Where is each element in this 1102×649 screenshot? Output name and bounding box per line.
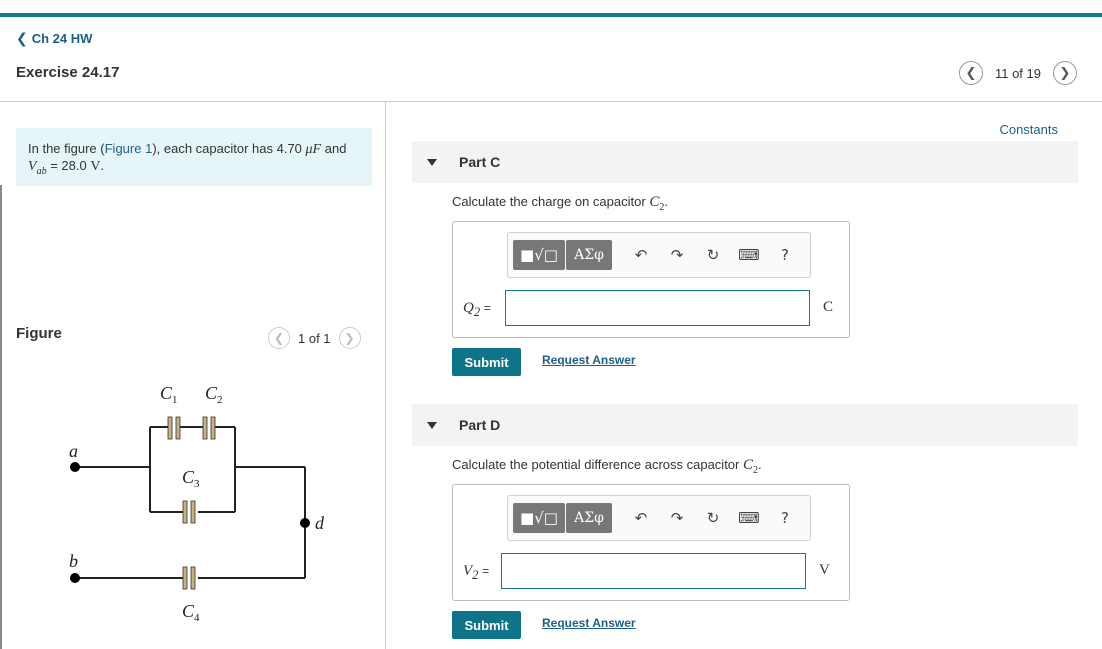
collapse-triangle-icon (427, 158, 437, 166)
exercise-pager: ❮ 11 of 19 ❯ (958, 61, 1077, 85)
question-text: Calculate the potential difference acros… (452, 457, 740, 472)
part-label: Part D (459, 417, 501, 433)
answer-row: Q2 = C (453, 290, 851, 326)
part-c-header[interactable]: Part C (412, 141, 1078, 183)
back-label: Ch 24 HW (31, 31, 93, 46)
figure-link[interactable]: Figure 1 (105, 141, 153, 156)
intro-text: and (324, 141, 347, 156)
undo-icon[interactable]: ↶ (630, 509, 652, 527)
pane-divider[interactable] (385, 101, 386, 649)
vab-value: = 28.0 (50, 158, 87, 173)
answer-variable: V2 = (463, 563, 490, 582)
symbols-button[interactable]: ΑΣφ (566, 503, 612, 533)
pager-text: 11 of 19 (994, 65, 1041, 81)
math-toolbar: ■√□ ΑΣφ ↶ ↷ ↻ ⌨ ? (507, 232, 811, 278)
figure-pager-text: 1 of 1 (298, 330, 331, 346)
prev-exercise-button[interactable]: ❮ (958, 61, 983, 85)
back-link[interactable]: ❮ Ch 24 HW (16, 30, 92, 47)
vab-variable: Vab (28, 159, 47, 177)
unit-label: V (819, 562, 830, 578)
part-d-question: Calculate the potential difference acros… (452, 457, 762, 476)
capacitor-symbol: C2 (743, 457, 759, 476)
figure-pager: ❮ 1 of 1 ❯ (268, 327, 361, 349)
redo-icon[interactable]: ↷ (666, 509, 688, 527)
keyboard-icon[interactable]: ⌨ (738, 509, 760, 527)
chevron-right-icon: ❯ (1059, 65, 1071, 80)
next-exercise-button[interactable]: ❯ (1053, 61, 1077, 85)
math-toolbar: ■√□ ΑΣφ ↶ ↷ ↻ ⌨ ? (507, 495, 811, 541)
request-answer-link[interactable]: Request Answer (542, 353, 636, 367)
reset-icon[interactable]: ↻ (702, 509, 724, 527)
label-c3: C3 (182, 467, 200, 490)
part-c-question: Calculate the charge on capacitor C2. (452, 194, 668, 213)
potential-input[interactable] (501, 553, 806, 589)
figure-heading: Figure (16, 325, 62, 342)
terminal-d (300, 518, 310, 528)
reset-icon[interactable]: ↻ (702, 246, 724, 264)
prev-figure-button[interactable]: ❮ (268, 327, 290, 349)
chevron-left-icon: ❮ (16, 30, 28, 46)
terminal-b (70, 573, 80, 583)
period: . (100, 158, 105, 173)
help-icon[interactable]: ? (774, 509, 796, 527)
left-edge-bar (0, 185, 2, 649)
templates-button[interactable]: ■√□ (513, 503, 565, 533)
label-c1: C1 (160, 383, 178, 406)
undo-icon[interactable]: ↶ (630, 246, 652, 264)
collapse-triangle-icon (427, 421, 437, 429)
keyboard-icon[interactable]: ⌨ (738, 246, 760, 264)
terminal-a (70, 462, 80, 472)
part-d-header[interactable]: Part D (412, 404, 1078, 446)
part-c-answer-box: ■√□ ΑΣφ ↶ ↷ ↻ ⌨ ? Q2 = C (452, 221, 850, 338)
label-d: d (315, 513, 325, 533)
part-d-answer-box: ■√□ ΑΣφ ↶ ↷ ↻ ⌨ ? V2 = V (452, 484, 850, 601)
unit-volt: V (90, 159, 101, 174)
capacitor-symbol: C2 (649, 194, 665, 213)
label-a: a (69, 441, 78, 461)
label-c4: C4 (182, 601, 200, 624)
page-title: Exercise 24.17 (16, 64, 120, 81)
chevron-right-icon: ❯ (344, 331, 355, 345)
part-label: Part C (459, 154, 501, 170)
charge-input[interactable] (505, 290, 810, 326)
answer-row: V2 = V (453, 553, 851, 589)
label-c2: C2 (205, 383, 223, 406)
submit-button[interactable]: Submit (452, 611, 521, 639)
top-accent-bar (0, 13, 1102, 17)
label-b: b (69, 551, 78, 571)
submit-button[interactable]: Submit (452, 348, 521, 376)
question-text: Calculate the charge on capacitor (452, 194, 646, 209)
chevron-left-icon: ❮ (273, 331, 285, 345)
next-figure-button[interactable]: ❯ (338, 327, 361, 349)
unit-label: C (823, 299, 834, 315)
help-icon[interactable]: ? (774, 246, 796, 264)
intro-text: ), each capacitor has 4.70 (152, 141, 302, 156)
templates-button[interactable]: ■√□ (513, 240, 565, 270)
redo-icon[interactable]: ↷ (666, 246, 688, 264)
capacitor-circuit-diagram: C1 C2 C3 C4 a b d (69, 383, 325, 624)
symbols-button[interactable]: ΑΣφ (566, 240, 612, 270)
problem-statement: In the figure (Figure 1), each capacitor… (16, 128, 372, 186)
chevron-left-icon: ❮ (965, 65, 977, 80)
unit-microfarad: μF (305, 142, 322, 157)
request-answer-link[interactable]: Request Answer (542, 616, 636, 630)
constants-link[interactable]: Constants (999, 122, 1058, 137)
intro-text: In the figure ( (28, 141, 105, 156)
header-divider (0, 101, 1102, 102)
answer-variable: Q2 = (463, 300, 491, 319)
